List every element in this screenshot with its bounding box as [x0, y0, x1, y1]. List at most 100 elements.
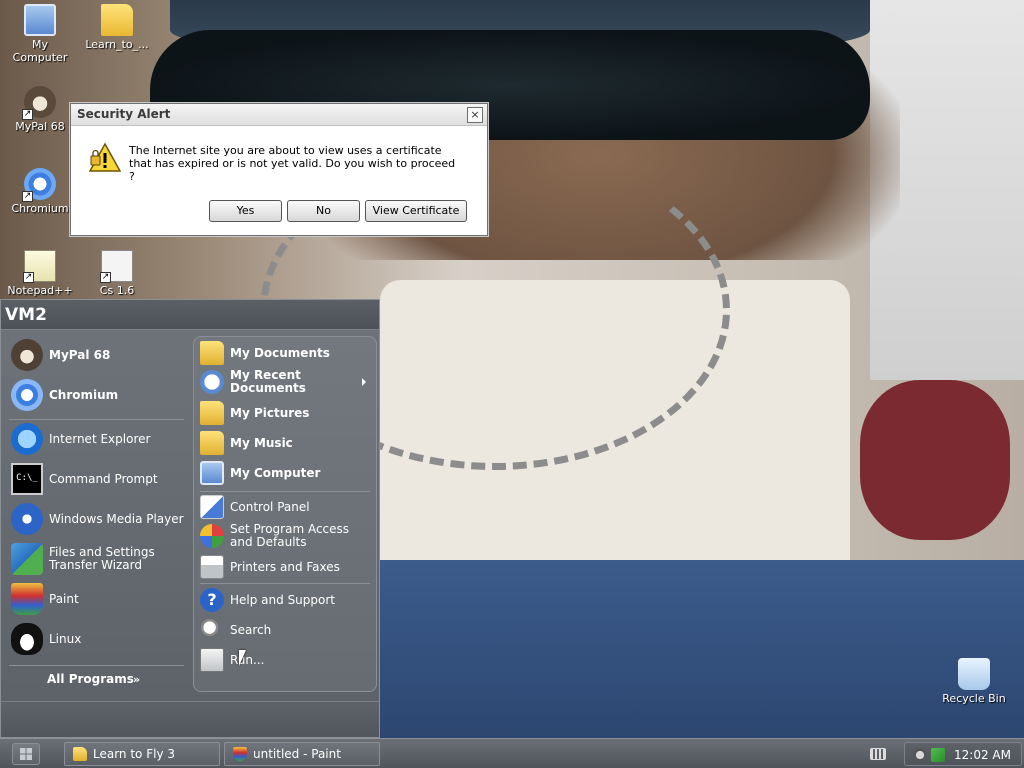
start-item-transfer-wizard[interactable]: Files and Settings Transfer Wizard [11, 543, 171, 575]
start-item-label: Windows Media Player [49, 511, 184, 526]
dialog-message: The Internet site you are about to view … [129, 144, 456, 183]
no-button[interactable]: No [287, 200, 360, 222]
start-item-label: Paint [49, 591, 79, 606]
taskbar: Learn to Fly 3 untitled - Paint 12:02 AM [0, 738, 1024, 768]
start-item-label: My Music [230, 435, 293, 450]
start-item-mypal[interactable]: MyPal 68 [11, 339, 110, 371]
start-item-label: My Pictures [230, 405, 310, 420]
start-item-my-documents[interactable]: My Documents [200, 341, 330, 365]
my-computer-icon [200, 461, 224, 485]
desktop-icon-label: Learn_to_... [85, 38, 149, 51]
start-item-printers-and-faxes[interactable]: Printers and Faxes [200, 555, 340, 579]
paint-icon [233, 747, 247, 761]
warning-lock-icon [89, 142, 121, 172]
counter-strike-icon: ↗ [100, 250, 133, 283]
desktop-icon-chromium[interactable]: ↗ Chromium [2, 168, 78, 215]
start-item-label: Chromium [49, 387, 119, 402]
start-menu-divider [200, 583, 370, 584]
my-music-icon [200, 431, 224, 455]
desktop-icon-my-computer[interactable]: My Computer [2, 4, 78, 64]
taskbar-button-paint[interactable]: untitled - Paint [224, 742, 380, 766]
clock[interactable]: 12:02 AM [954, 748, 1011, 762]
view-certificate-button[interactable]: View Certificate [365, 200, 467, 222]
desktop-icon-notepad-plus-plus[interactable]: ↗ Notepad++ [2, 250, 78, 297]
start-button[interactable] [12, 743, 40, 765]
desktop-icon-recycle-bin[interactable]: Recycle Bin [936, 658, 1012, 705]
start-item-label: My Recent Documents [230, 368, 306, 395]
start-item-run[interactable]: Run... [200, 648, 264, 672]
folder-icon [73, 747, 87, 761]
start-item-my-music[interactable]: My Music [200, 431, 293, 455]
wallpaper-red-detail [860, 380, 1010, 540]
start-item-my-pictures[interactable]: My Pictures [200, 401, 309, 425]
shortcut-arrow-icon: ↗ [22, 109, 33, 120]
start-menu: VM2 MyPal 68 Chromium Internet Explorer … [0, 299, 380, 738]
desktop-icon-label: My Computer [12, 38, 68, 64]
start-item-control-panel[interactable]: Control Panel [200, 495, 310, 519]
shortcut-arrow-icon: ↗ [22, 191, 33, 202]
double-chevron-right-icon: » [133, 673, 141, 686]
start-item-label: Printers and Faxes [230, 559, 340, 574]
run-icon [200, 648, 224, 672]
start-item-paint[interactable]: Paint [11, 583, 79, 615]
start-item-label: Help and Support [230, 592, 335, 607]
taskbar-button-learn-to-fly[interactable]: Learn to Fly 3 [64, 742, 220, 766]
start-menu-footer [1, 701, 379, 737]
desktop-icon-learn-to-fly[interactable]: Learn_to_... [79, 4, 155, 51]
system-tray: 12:02 AM [904, 742, 1022, 766]
command-prompt-icon: C:\_ [11, 463, 43, 495]
start-item-program-access[interactable]: Set Program Access and Defaults [200, 523, 370, 549]
mouse-cursor-icon [239, 650, 246, 666]
start-menu-places: My Documents My Recent Documents My Pict… [193, 336, 377, 692]
yes-button[interactable]: Yes [209, 200, 282, 222]
dialog-titlebar[interactable]: Security Alert [71, 104, 487, 126]
start-item-label: Search [230, 622, 272, 637]
start-item-label: Run... [230, 652, 265, 667]
chromium-icon: ↗ [22, 168, 56, 202]
start-menu-divider [200, 491, 370, 492]
start-item-label: Internet Explorer [49, 431, 151, 446]
taskbar-button-label: Learn to Fly 3 [93, 747, 176, 761]
start-item-windows-media-player[interactable]: Windows Media Player [11, 503, 184, 535]
security-alert-dialog: Security Alert × The Internet site you a… [70, 103, 488, 236]
start-item-help-and-support[interactable]: ? Help and Support [200, 588, 335, 612]
start-item-chromium[interactable]: Chromium [11, 379, 118, 411]
search-icon [200, 618, 224, 642]
transfer-wizard-icon [11, 543, 43, 575]
chromium-icon [11, 379, 43, 411]
shortcut-arrow-icon: ↗ [23, 272, 34, 283]
start-menu-user-header: VM2 [1, 300, 379, 330]
folder-icon [101, 4, 133, 36]
network-icon[interactable] [913, 748, 927, 762]
safely-remove-hardware-icon[interactable] [931, 748, 945, 762]
desktop-icon-label: Chromium [11, 202, 69, 215]
linux-icon [11, 623, 43, 655]
all-programs-button[interactable]: All Programs [47, 672, 134, 686]
start-item-label: Control Panel [230, 499, 310, 514]
start-item-my-recent-documents[interactable]: My Recent Documents [200, 369, 372, 395]
submenu-arrow-icon [362, 378, 366, 386]
my-pictures-icon [200, 401, 224, 425]
mypal-icon [11, 339, 43, 371]
start-item-linux[interactable]: Linux [11, 623, 81, 655]
start-item-label: My Computer [230, 465, 321, 480]
start-item-label: MyPal 68 [49, 347, 111, 362]
start-item-label: My Documents [230, 345, 330, 360]
start-item-my-computer[interactable]: My Computer [200, 461, 320, 485]
dialog-close-button[interactable]: × [467, 107, 483, 123]
start-item-internet-explorer[interactable]: Internet Explorer [11, 423, 150, 455]
control-panel-icon [200, 495, 224, 519]
recent-documents-icon [200, 370, 224, 394]
user-name: VM2 [5, 305, 47, 325]
my-documents-icon [200, 341, 224, 365]
taskbar-button-label: untitled - Paint [253, 747, 341, 761]
start-item-search[interactable]: Search [200, 618, 271, 642]
paint-icon [11, 583, 43, 615]
keyboard-icon[interactable] [870, 748, 886, 760]
internet-explorer-icon [11, 423, 43, 455]
desktop-icon-label: MyPal 68 [15, 120, 65, 133]
start-item-command-prompt[interactable]: C:\_ Command Prompt [11, 463, 158, 495]
desktop-icon-counter-strike[interactable]: ↗ Cs 1.6 [79, 250, 155, 297]
printer-icon [200, 555, 224, 579]
desktop-icon-mypal[interactable]: ↗ MyPal 68 [2, 86, 78, 133]
